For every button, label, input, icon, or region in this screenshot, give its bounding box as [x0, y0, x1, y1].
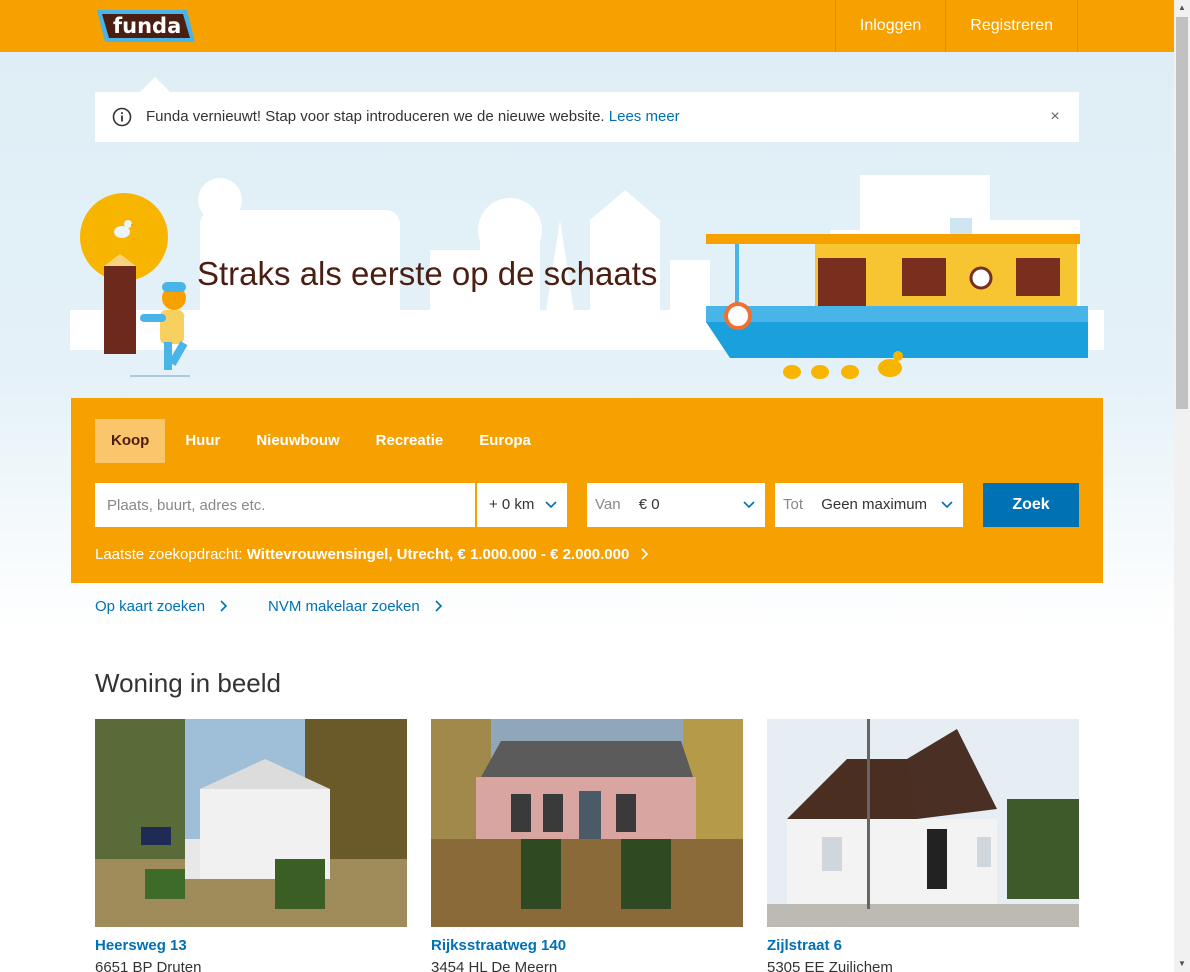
hero-title: Straks als eerste op de schaats — [197, 255, 658, 292]
nvm-search-link[interactable]: NVM makelaar zoeken — [268, 598, 444, 615]
chevron-down-icon — [743, 501, 755, 509]
listing-photo[interactable] — [431, 719, 743, 927]
page-scrollbar[interactable]: ▲ ▼ — [1174, 0, 1190, 972]
price-from-label: Van — [595, 496, 621, 513]
price-from-value: € 0 — [638, 496, 660, 513]
houseboat-icon — [706, 218, 1088, 358]
map-search-link[interactable]: Op kaart zoeken — [95, 598, 229, 615]
search-tabs: Koop Huur Nieuwbouw Recreatie Europa — [95, 419, 551, 463]
funda-logo[interactable]: funda — [95, 6, 197, 46]
last-search-value[interactable]: Wittevrouwensingel, Utrecht, € 1.000.000… — [247, 546, 630, 563]
price-to-select[interactable]: Tot Geen maximum — [775, 483, 963, 527]
listing-city: 5305 EE Zuilichem — [767, 959, 893, 972]
tab-nieuwbouw[interactable]: Nieuwbouw — [240, 419, 355, 463]
section-title: Woning in beeld — [95, 668, 281, 698]
location-search-input[interactable] — [95, 483, 475, 527]
listing-photo[interactable] — [767, 719, 1079, 927]
tab-europa[interactable]: Europa — [463, 419, 547, 463]
listing-address[interactable]: Heersweg 13 — [95, 937, 187, 954]
tab-huur[interactable]: Huur — [169, 419, 236, 463]
listing-city: 6651 BP Druten — [95, 959, 202, 972]
listing-address[interactable]: Rijksstraatweg 140 — [431, 937, 566, 954]
tab-recreatie[interactable]: Recreatie — [360, 419, 460, 463]
chevron-right-icon — [640, 548, 648, 560]
chevron-down-icon — [941, 501, 953, 509]
login-link[interactable]: Inloggen — [834, 0, 945, 52]
search-button[interactable]: Zoek — [983, 483, 1079, 527]
map-search-label: Op kaart zoeken — [95, 598, 206, 615]
svg-text:funda: funda — [113, 14, 181, 38]
scroll-down-arrow-icon[interactable]: ▼ — [1174, 956, 1190, 972]
chevron-right-icon — [220, 600, 228, 612]
chevron-right-icon — [435, 600, 443, 612]
listing-photo[interactable] — [95, 719, 407, 927]
radius-select[interactable]: + 0 km — [476, 483, 567, 527]
price-from-select[interactable]: Van € 0 — [587, 483, 765, 527]
scroll-up-arrow-icon[interactable]: ▲ — [1174, 0, 1190, 16]
info-icon — [112, 107, 132, 127]
register-link[interactable]: Registreren — [945, 0, 1078, 52]
listing-city: 3454 HL De Meern — [431, 959, 558, 972]
chevron-down-icon — [545, 501, 557, 509]
read-more-link[interactable]: Lees meer — [609, 108, 680, 125]
tab-koop[interactable]: Koop — [95, 419, 166, 463]
top-header: funda Inloggen Registreren — [0, 0, 1174, 52]
header-nav: Inloggen Registreren — [834, 0, 1078, 52]
nvm-search-label: NVM makelaar zoeken — [268, 598, 420, 615]
notification-text: Funda vernieuwt! Stap voor stap introduc… — [146, 108, 680, 125]
price-to-value: Geen maximum — [821, 496, 928, 513]
last-search-label: Laatste zoekopdracht: — [95, 546, 243, 563]
close-icon[interactable]: × — [1048, 109, 1062, 125]
tower-icon — [104, 266, 136, 354]
notification-message: Funda vernieuwt! Stap voor stap introduc… — [146, 108, 605, 125]
last-search[interactable]: Laatste zoekopdracht: Wittevrouwensingel… — [95, 546, 650, 563]
price-to-label: Tot — [783, 496, 804, 513]
notice-pointer — [140, 77, 170, 92]
radius-value: + 0 km — [489, 496, 535, 513]
listing-address[interactable]: Zijlstraat 6 — [767, 937, 842, 954]
scroll-thumb[interactable] — [1176, 17, 1188, 409]
